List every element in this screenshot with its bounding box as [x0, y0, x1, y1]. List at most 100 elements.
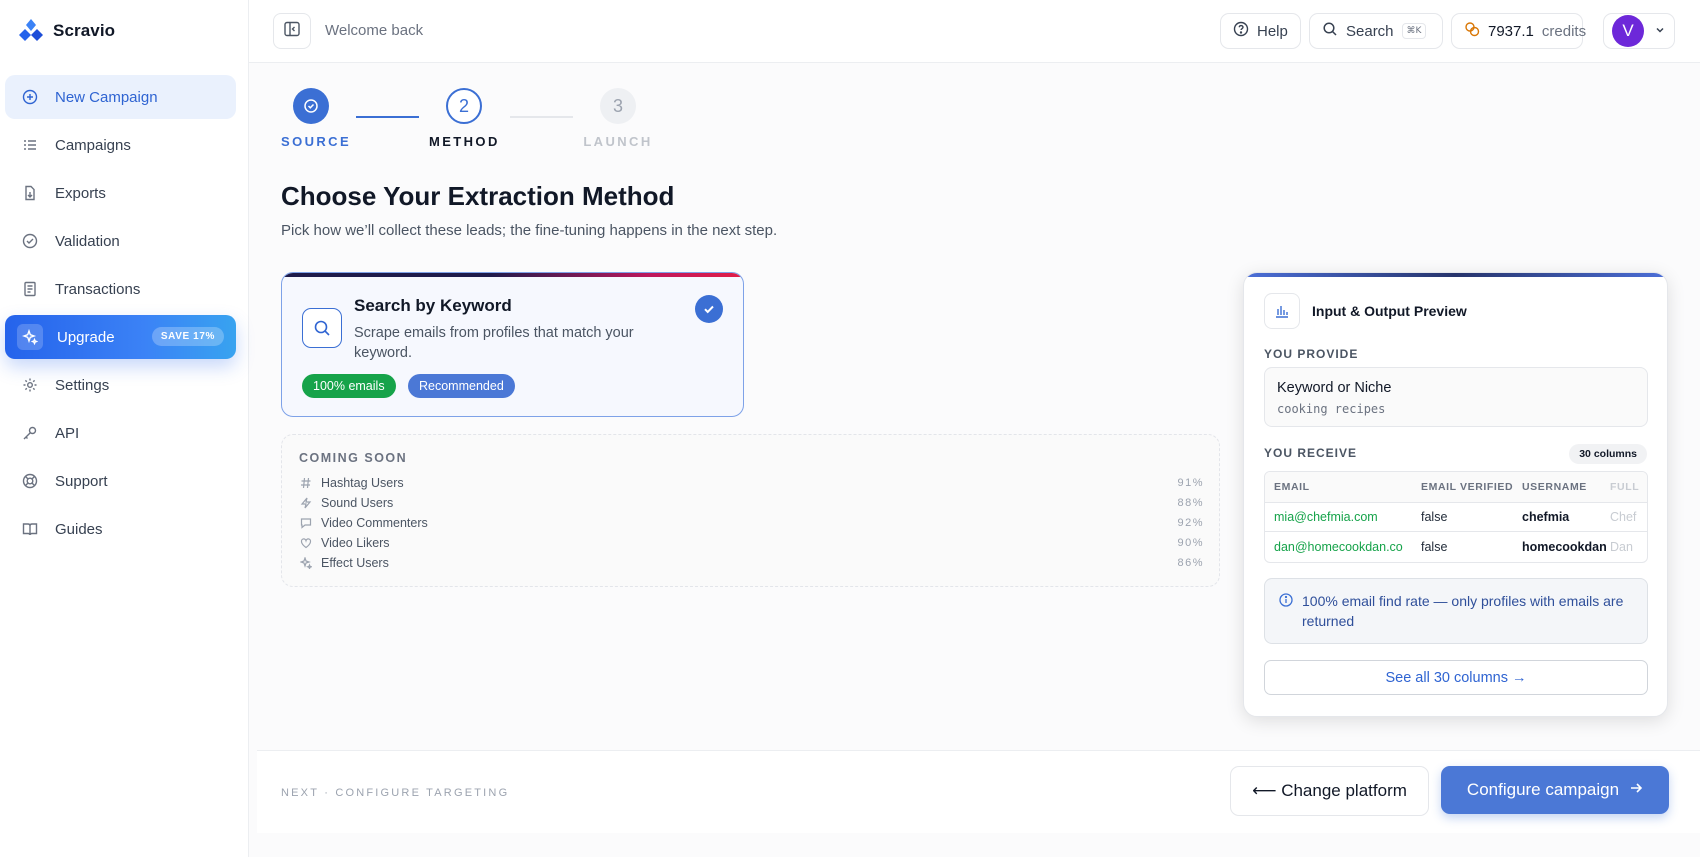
- table-row: dan@homecookdan.co false homecookdan Dan: [1265, 532, 1647, 561]
- configure-campaign-button[interactable]: Configure campaign: [1441, 766, 1669, 814]
- heart-icon: [299, 536, 313, 550]
- account-menu[interactable]: V: [1603, 13, 1675, 49]
- sidebar-item-exports[interactable]: Exports: [5, 171, 236, 215]
- coming-soon-label: Video Commenters: [321, 516, 428, 530]
- sidebar-item-label: Upgrade: [57, 328, 115, 346]
- method-description: Scrape emails from profiles that match y…: [354, 325, 634, 361]
- column-header: EMAIL VERIFIED: [1421, 481, 1514, 493]
- sidebar-item-new-campaign[interactable]: New Campaign: [5, 75, 236, 119]
- sidebar-item-support[interactable]: Support: [5, 459, 236, 503]
- footer-bar: NEXT · CONFIGURE TARGETING ⟵ Change plat…: [257, 750, 1700, 833]
- coming-soon-pct: 86%: [1177, 557, 1204, 569]
- card-accent-stripe: [282, 273, 743, 277]
- method-card-search-by-keyword[interactable]: Search by Keyword Scrape emails from pro…: [281, 272, 744, 417]
- comment-icon: [299, 516, 313, 530]
- table-header: EMAIL EMAIL VERIFIED USERNAME FULL: [1265, 472, 1647, 503]
- sidebar: Scravio New Campaign Campaigns Exports V…: [0, 0, 249, 857]
- output-table: EMAIL EMAIL VERIFIED USERNAME FULL mia@c…: [1264, 471, 1648, 563]
- coming-soon-panel: COMING SOON Hashtag Users 91% Sound User…: [281, 434, 1220, 587]
- see-all-columns-button[interactable]: See all 30 columns →: [1264, 660, 1648, 695]
- input-value: cooking recipes: [1277, 402, 1386, 416]
- file-export-icon: [22, 185, 38, 201]
- step-source: SOURCE: [281, 88, 349, 149]
- panel-accent-stripe: [1244, 273, 1667, 277]
- sidebar-item-label: Transactions: [55, 280, 141, 298]
- email-cell: dan@homecookdan.co: [1274, 539, 1403, 554]
- hash-icon: [299, 476, 313, 490]
- help-label: Help: [1257, 22, 1288, 40]
- io-preview-panel: Input & Output Preview YOU PROVIDE Keywo…: [1243, 272, 1668, 717]
- username-cell: homecookdan: [1522, 539, 1607, 554]
- lifebuoy-icon: [22, 473, 38, 489]
- sidebar-item-api[interactable]: API: [5, 411, 236, 455]
- step-number: 3: [600, 88, 636, 124]
- help-button[interactable]: Help: [1220, 13, 1301, 49]
- table-row: mia@chefmia.com false chefmia Chef: [1265, 503, 1647, 532]
- you-receive-label: YOU RECEIVE: [1264, 446, 1358, 460]
- email-cell: mia@chefmia.com: [1274, 510, 1378, 524]
- avatar: V: [1612, 15, 1644, 47]
- receipt-icon: [22, 281, 38, 297]
- step-number: 2: [446, 88, 482, 124]
- coming-soon-label: Video Likers: [321, 536, 390, 550]
- sidebar-item-label: Validation: [55, 232, 120, 250]
- coming-soon-title: COMING SOON: [299, 451, 408, 465]
- search-shortcut: ⌘K: [1401, 23, 1427, 39]
- step-connector: [356, 116, 419, 118]
- coming-soon-pct: 88%: [1177, 497, 1204, 509]
- coming-soon-pct: 92%: [1177, 517, 1204, 529]
- coins-icon: [1464, 21, 1480, 41]
- badge-emails: 100% emails: [302, 374, 396, 398]
- preview-title: Input & Output Preview: [1312, 303, 1467, 319]
- change-platform-button[interactable]: ⟵ Change platform: [1230, 766, 1429, 816]
- username-cell: chefmia: [1522, 510, 1570, 524]
- sidebar-item-label: Guides: [55, 520, 103, 538]
- sidebar-item-settings[interactable]: Settings: [5, 363, 236, 407]
- step-method: 2 METHOD: [429, 88, 499, 149]
- columns-count-badge: 30 columns: [1569, 444, 1647, 464]
- search-label: Search: [1346, 22, 1394, 40]
- page-subtitle: Pick how we’ll collect these leads; the …: [281, 222, 778, 239]
- sidebar-item-guides[interactable]: Guides: [5, 507, 236, 551]
- gear-icon: [22, 377, 38, 393]
- coming-soon-label: Sound Users: [321, 496, 394, 510]
- search-button[interactable]: Search ⌘K: [1309, 13, 1443, 49]
- coming-soon-item: Hashtag Users 91%: [299, 473, 1204, 493]
- step-launch: 3 LAUNCH: [582, 88, 654, 149]
- sidebar-item-transactions[interactable]: Transactions: [5, 267, 236, 311]
- check-circle-icon: [22, 233, 38, 249]
- next-step-hint: NEXT · CONFIGURE TARGETING: [281, 787, 510, 799]
- coming-soon-label: Effect Users: [321, 556, 389, 570]
- sidebar-item-campaigns[interactable]: Campaigns: [5, 123, 236, 167]
- coming-soon-item: Video Likers 90%: [299, 533, 1204, 553]
- coming-soon-item: Video Commenters 92%: [299, 513, 1204, 533]
- step-done-icon: [293, 88, 329, 124]
- step-label: LAUNCH: [583, 134, 653, 149]
- coming-soon-pct: 91%: [1177, 477, 1204, 489]
- selected-check-icon: [695, 295, 723, 323]
- key-icon: [22, 425, 38, 441]
- step-label: METHOD: [429, 134, 500, 149]
- brand-logo[interactable]: Scravio: [17, 17, 115, 45]
- coming-soon-pct: 90%: [1177, 537, 1204, 549]
- sidebar-toggle-button[interactable]: [273, 13, 311, 49]
- scravio-logo-icon: [17, 17, 45, 45]
- step-connector: [510, 116, 573, 118]
- help-icon: [1233, 21, 1249, 41]
- arrow-right-icon: [1629, 780, 1643, 800]
- badge-recommended: Recommended: [408, 374, 515, 398]
- sparkle-icon: [17, 324, 43, 350]
- sidebar-item-validation[interactable]: Validation: [5, 219, 236, 263]
- input-key: Keyword or Niche: [1277, 380, 1392, 396]
- sidebar-item-upgrade[interactable]: Upgrade SAVE 17%: [5, 315, 236, 359]
- sidebar-item-label: Campaigns: [55, 136, 131, 154]
- credits-button[interactable]: 7937.1 credits: [1451, 13, 1586, 49]
- bar-chart-icon: [1264, 293, 1300, 329]
- fullname-cell: Chef: [1610, 510, 1637, 524]
- info-notice: 100% email find rate — only profiles wit…: [1264, 578, 1648, 644]
- chevron-down-icon: [1654, 23, 1666, 40]
- coming-soon-item: Effect Users 86%: [299, 553, 1204, 573]
- list-icon: [22, 137, 38, 153]
- bolt-icon: [299, 496, 313, 510]
- book-icon: [22, 521, 38, 537]
